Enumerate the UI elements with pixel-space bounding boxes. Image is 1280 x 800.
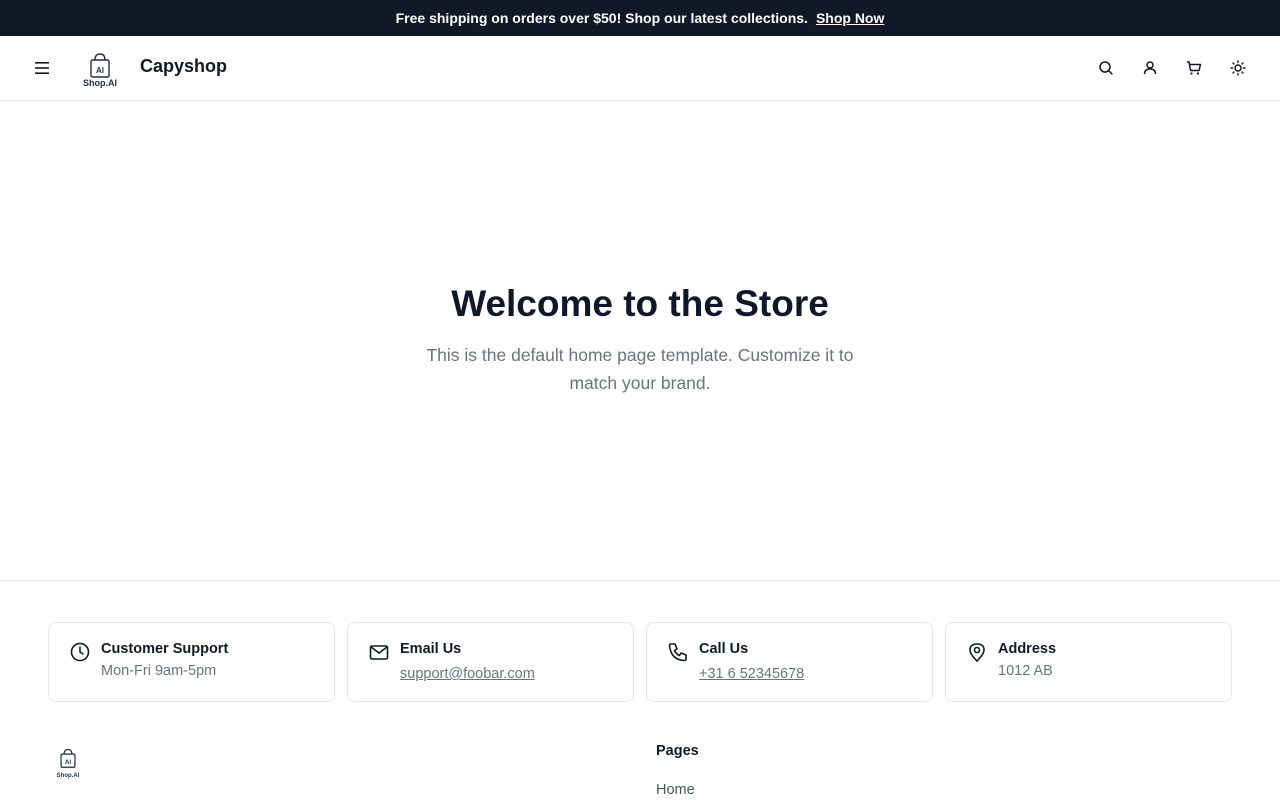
hero-title: Welcome to the Store xyxy=(451,283,829,324)
support-hours: Mon-Fri 9am-5pm xyxy=(101,663,217,679)
cart-button[interactable] xyxy=(1182,56,1206,80)
mail-icon xyxy=(369,645,389,660)
shop-now-link[interactable]: Shop Now xyxy=(816,10,884,26)
brand-name[interactable]: Capyshop xyxy=(140,56,227,77)
card-title: Customer Support xyxy=(101,641,229,657)
shopping-bag-logo-icon: AI xyxy=(90,53,110,78)
menu-icon xyxy=(35,62,49,74)
search-icon xyxy=(1099,61,1113,75)
phone-card: Call Us +31 6 52345678 xyxy=(646,622,933,702)
footer-logo-caption: Shop.AI xyxy=(56,773,80,779)
svg-text:AI: AI xyxy=(96,66,104,75)
footer-pages-heading: Pages xyxy=(656,743,699,759)
hero-subtitle: This is the default home page template. … xyxy=(426,345,854,393)
sun-icon xyxy=(1230,60,1246,76)
shopping-bag-logo-icon: AI xyxy=(60,748,76,768)
header-logo[interactable]: AI Shop.AI xyxy=(80,48,120,88)
logo-caption: Shop.AI xyxy=(83,78,117,88)
address-card: Address 1012 AB xyxy=(945,622,1232,702)
email-link[interactable]: support@foobar.com xyxy=(400,666,535,682)
phone-icon xyxy=(668,643,687,662)
announcement-bar: Free shipping on orders over $50! Shop o… xyxy=(0,0,1280,36)
theme-toggle-button[interactable] xyxy=(1226,56,1250,80)
cart-icon xyxy=(1187,61,1202,75)
card-title: Address xyxy=(998,641,1057,657)
phone-link[interactable]: +31 6 52345678 xyxy=(699,666,804,682)
site-header: AI Shop.AI Capyshop xyxy=(0,36,1280,101)
search-button[interactable] xyxy=(1094,56,1118,80)
map-pin-icon xyxy=(969,643,985,662)
menu-button[interactable] xyxy=(30,56,54,80)
user-icon xyxy=(1143,61,1157,75)
clock-icon xyxy=(70,642,90,662)
announcement-text: Free shipping on orders over $50! Shop o… xyxy=(395,10,808,26)
card-title: Email Us xyxy=(400,641,462,657)
svg-text:AI: AI xyxy=(65,759,71,766)
address-value: 1012 AB xyxy=(998,663,1053,679)
footer-link-home[interactable]: Home xyxy=(656,782,695,798)
info-cards: Customer Support Mon-Fri 9am-5pm Email U… xyxy=(48,622,1232,702)
account-button[interactable] xyxy=(1138,56,1162,80)
email-card: Email Us support@foobar.com xyxy=(347,622,634,702)
footer-logo[interactable]: AI Shop.AI xyxy=(55,748,81,779)
customer-support-card: Customer Support Mon-Fri 9am-5pm xyxy=(48,622,335,702)
card-title: Call Us xyxy=(699,641,749,657)
